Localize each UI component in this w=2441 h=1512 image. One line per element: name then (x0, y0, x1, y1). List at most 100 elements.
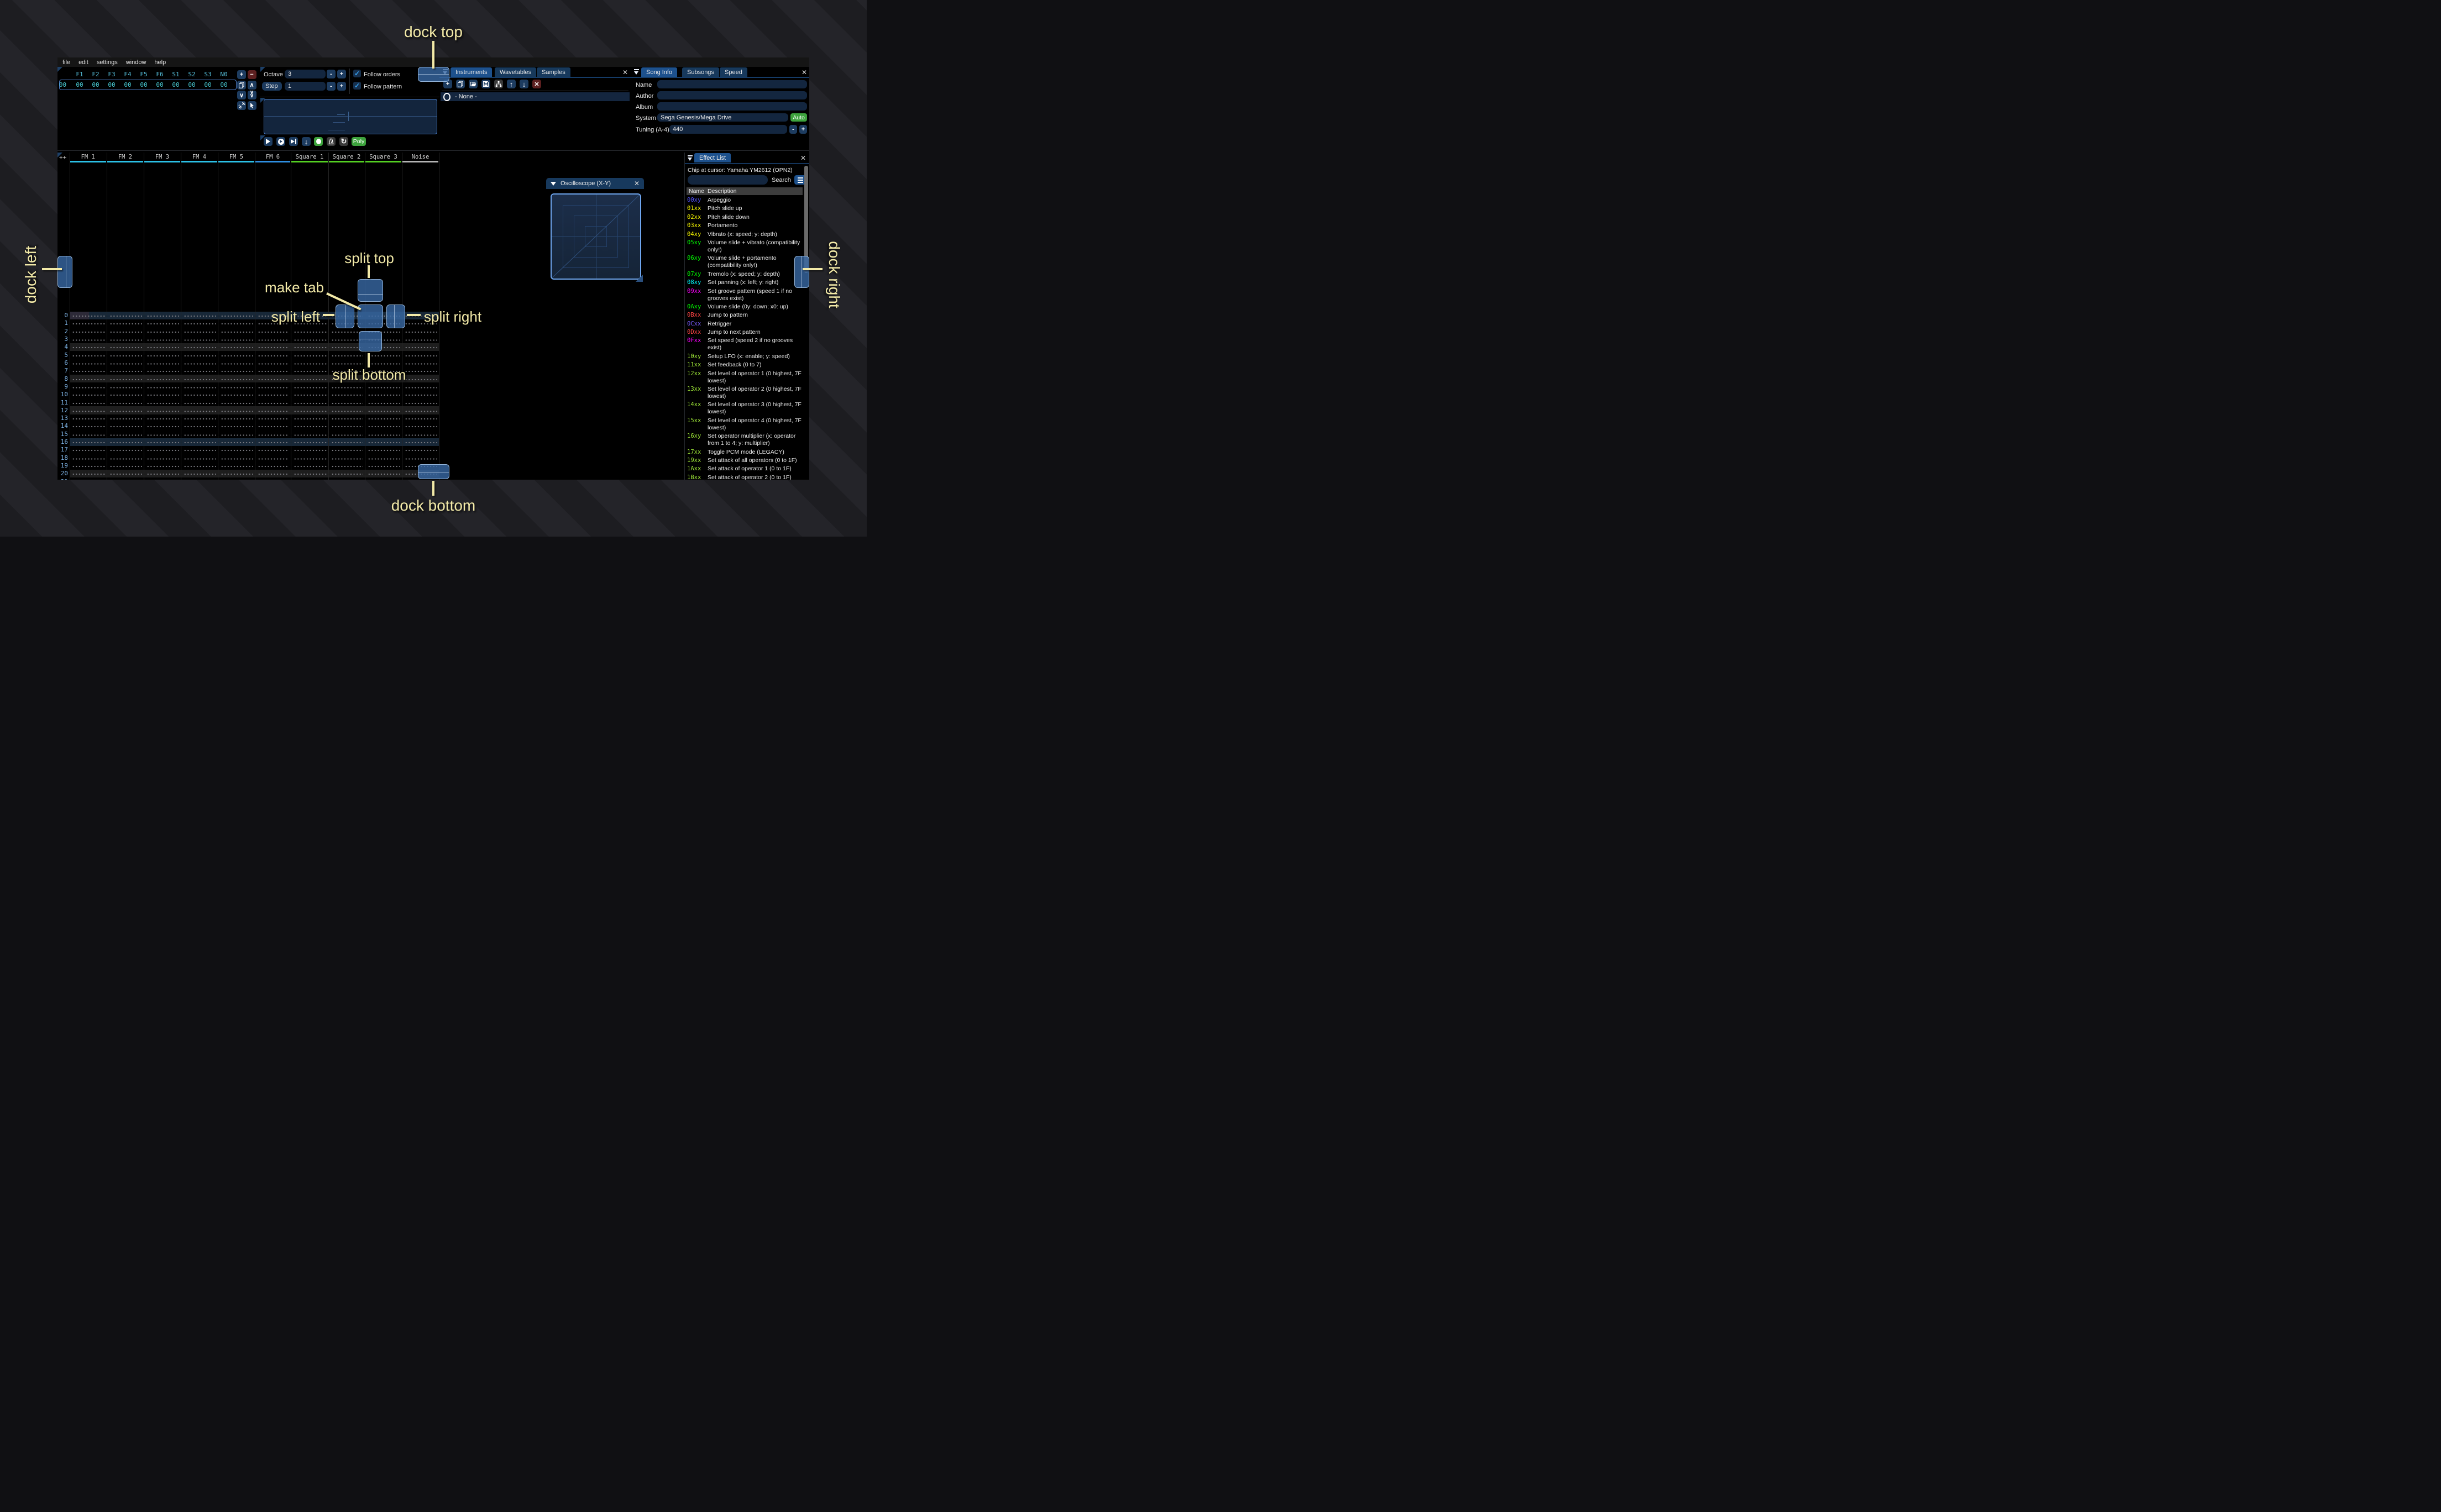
pattern-cell-empty[interactable] (71, 311, 105, 319)
effect-entry[interactable]: 11xx Set feedback (0 to 7) (687, 361, 804, 369)
pattern-cell-empty[interactable] (292, 438, 327, 446)
pattern-cell-empty[interactable] (71, 343, 105, 351)
pattern-cell-empty[interactable] (219, 351, 253, 359)
effect-entry[interactable]: 16xy Set operator multiplier (x: operator… (687, 433, 804, 447)
step-row-button[interactable]: ↓ (302, 137, 311, 146)
pattern-cell-empty[interactable] (182, 343, 216, 351)
instrument-list-item[interactable]: - None - (441, 92, 630, 101)
pattern-cell-empty[interactable] (256, 414, 289, 422)
pattern-cell-empty[interactable] (71, 327, 105, 335)
pattern-cell-empty[interactable] (404, 430, 437, 438)
pattern-cell-empty[interactable] (145, 454, 179, 462)
order-cell[interactable]: 00 (104, 81, 120, 88)
pattern-cell-empty[interactable] (182, 414, 216, 422)
pattern-cell-empty[interactable] (292, 390, 327, 398)
pattern-cell-empty[interactable] (330, 382, 363, 391)
pattern-cell-empty[interactable] (219, 398, 253, 407)
pattern-cell-empty[interactable] (292, 375, 327, 383)
order-column-header[interactable]: F1 (72, 71, 88, 78)
pattern-cell-empty[interactable] (108, 422, 142, 431)
pattern-cell-empty[interactable] (366, 359, 400, 367)
pattern-cell-empty[interactable] (145, 477, 179, 480)
stop-button[interactable] (314, 137, 323, 146)
pattern-cell-empty[interactable] (71, 390, 105, 398)
pattern-cell-empty[interactable] (108, 461, 142, 470)
order-column-header[interactable]: F3 (104, 71, 120, 78)
pattern-cell-empty[interactable] (145, 461, 179, 470)
pattern-cell-empty[interactable] (71, 461, 105, 470)
tab-instruments[interactable]: Instruments (451, 67, 493, 77)
pattern-cell-empty[interactable] (71, 375, 105, 383)
pattern-cell-empty[interactable] (366, 406, 400, 414)
pattern-cell-empty[interactable] (182, 382, 216, 391)
pattern-cell-empty[interactable] (404, 398, 437, 407)
pattern-cell-empty[interactable] (292, 351, 327, 359)
channel-header-fm-5[interactable]: FM 5 (218, 153, 255, 163)
pattern-cell-empty[interactable] (145, 414, 179, 422)
pattern-cell-empty[interactable] (330, 327, 363, 335)
pattern-cell-empty[interactable] (330, 461, 363, 470)
pattern-cell-empty[interactable] (182, 422, 216, 431)
pattern-cell-empty[interactable] (219, 327, 253, 335)
channel-header-square-2[interactable]: Square 2 (328, 153, 365, 163)
add-order-button[interactable]: + (237, 70, 246, 79)
move-order-down-button[interactable]: ∨ (237, 91, 246, 99)
effect-entry[interactable]: 0Cxx Retrigger (687, 321, 804, 328)
order-column-header[interactable]: F6 (152, 71, 168, 78)
pattern-cell-empty[interactable] (256, 343, 289, 351)
pattern-cell-empty[interactable] (256, 359, 289, 367)
collapse-icon[interactable] (633, 68, 640, 76)
close-icon[interactable]: ✕ (802, 69, 807, 76)
pattern-cell-empty[interactable] (256, 327, 289, 335)
pattern-cell-empty[interactable] (256, 335, 289, 343)
pattern-cell-empty[interactable] (219, 445, 253, 454)
pattern-cell-empty[interactable] (182, 469, 216, 478)
tuning-minus-button[interactable]: - (789, 125, 797, 134)
pattern-cell-empty[interactable] (108, 469, 142, 478)
pattern-cell-empty[interactable] (366, 390, 400, 398)
pattern-cell-empty[interactable] (145, 343, 179, 351)
effect-entry[interactable]: 10xy Setup LFO (x: enable; y: speed) (687, 353, 804, 360)
pattern-cell-empty[interactable] (219, 461, 253, 470)
effect-entry[interactable]: 12xx Set level of operator 1 (0 highest, … (687, 370, 804, 385)
tab-effect-list[interactable]: Effect List (694, 153, 731, 162)
pattern-cell-empty[interactable] (71, 477, 105, 480)
pattern-cell-empty[interactable] (330, 414, 363, 422)
pattern-cell-empty[interactable] (256, 406, 289, 414)
step-plus-button[interactable]: + (337, 82, 346, 91)
tab-speed[interactable]: Speed (720, 67, 747, 77)
tab-subsongs[interactable]: Subsongs (682, 67, 719, 77)
order-cell[interactable]: 00 (88, 81, 104, 88)
order-cell[interactable]: 00 (200, 81, 216, 88)
pattern-cell-empty[interactable] (292, 398, 327, 407)
pattern-cell-empty[interactable] (292, 382, 327, 391)
order-column-header[interactable]: N0 (216, 71, 232, 78)
pattern-cell-empty[interactable] (182, 311, 216, 319)
channel-header-fm-3[interactable]: FM 3 (144, 153, 181, 163)
dock-right-target[interactable] (794, 256, 809, 288)
pattern-cell-empty[interactable] (366, 454, 400, 462)
octave-input[interactable]: 3 (285, 70, 326, 78)
pattern-cell-empty[interactable] (219, 335, 253, 343)
pattern-cell-empty[interactable] (182, 390, 216, 398)
repeat-pattern-button[interactable]: ↻ (339, 137, 348, 146)
pattern-cell-empty[interactable] (71, 359, 105, 367)
order-column-header[interactable]: S3 (200, 71, 216, 78)
pattern-cell-empty[interactable] (219, 382, 253, 391)
name-input[interactable] (657, 80, 807, 88)
duplicate-instrument-button[interactable] (456, 80, 465, 88)
channel-header-square-1[interactable]: Square 1 (291, 153, 328, 163)
pattern-cell-empty[interactable] (108, 438, 142, 446)
pattern-cell-empty[interactable] (219, 454, 253, 462)
pattern-cell-empty[interactable] (256, 430, 289, 438)
pattern-cell-empty[interactable] (330, 335, 363, 343)
effect-entry[interactable]: 19xx Set attack of all operators (0 to 1F… (687, 457, 804, 464)
pattern-cell-empty[interactable] (292, 454, 327, 462)
pattern-cell-empty[interactable] (182, 477, 216, 480)
order-cell[interactable]: 00 (72, 81, 88, 88)
pattern-cell-empty[interactable] (219, 359, 253, 367)
pattern-cell-empty[interactable] (256, 375, 289, 383)
tuning-plus-button[interactable]: + (799, 125, 807, 134)
effect-entry[interactable]: 06xy Volume slide + portamento (compatibi… (687, 255, 804, 269)
pattern-cell-empty[interactable] (108, 343, 142, 351)
